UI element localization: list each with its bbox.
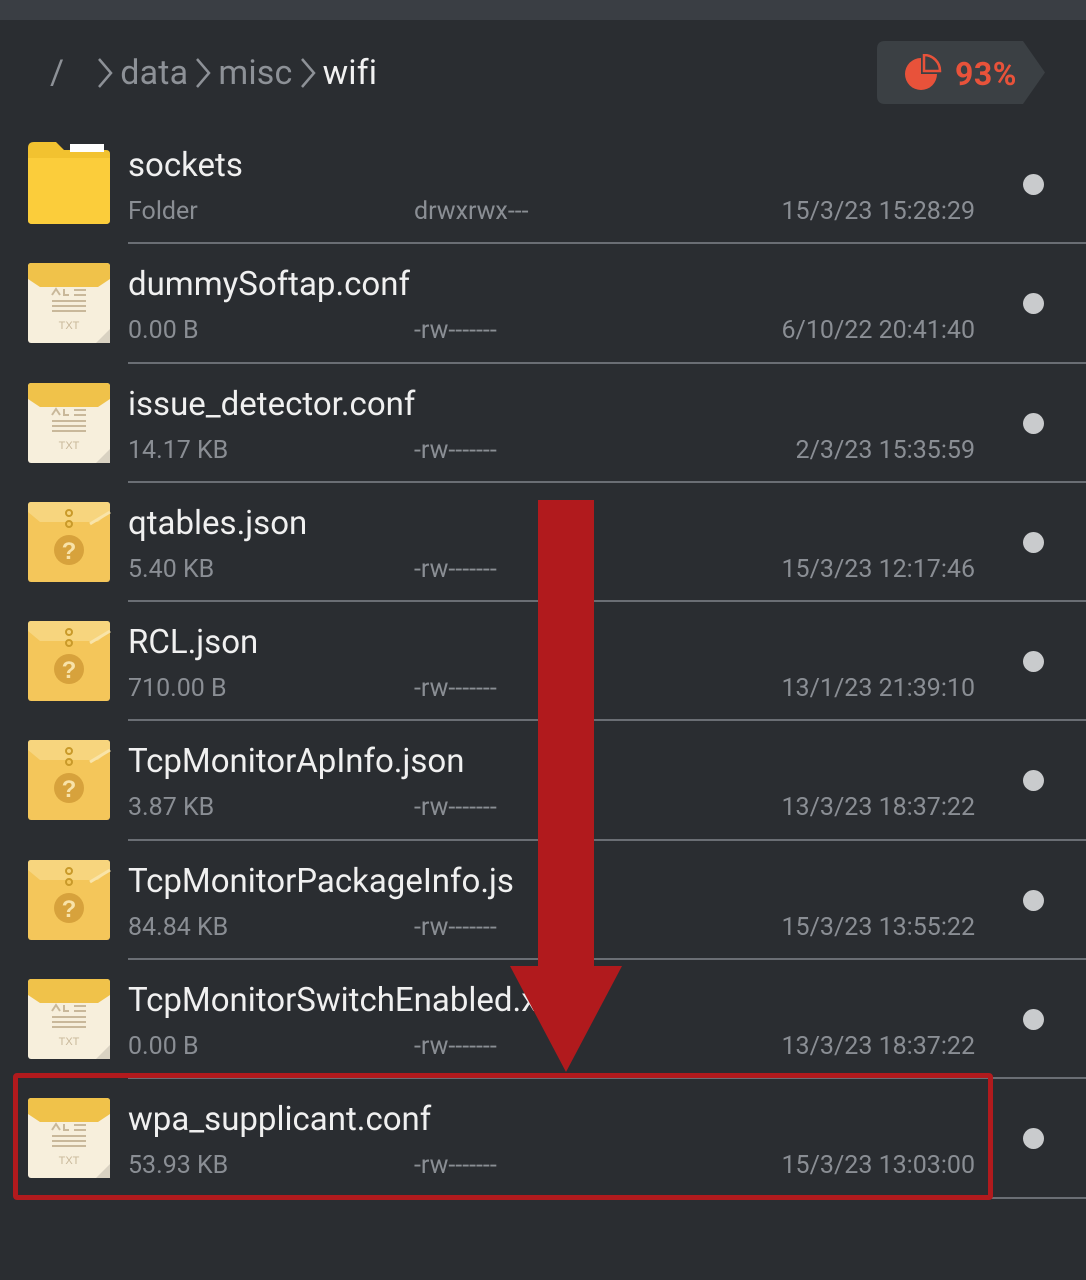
chevron-right-icon [94, 48, 116, 98]
file-date: 15/3/23 13:55:22 [781, 912, 976, 942]
file-date: 13/1/23 21:39:10 [781, 674, 976, 704]
file-size: 0.00 B [128, 316, 199, 346]
file-size: 84.84 KB [128, 912, 229, 942]
file-name: issue_detector.conf [128, 384, 416, 424]
file-permissions: -rw------- [414, 554, 497, 584]
file-date: 13/3/23 18:37:22 [781, 793, 976, 823]
chevron-right-icon [192, 48, 214, 98]
more-options-icon[interactable] [1023, 174, 1044, 195]
more-options-icon[interactable] [1023, 531, 1044, 553]
breadcrumb-data[interactable]: data [120, 53, 188, 93]
text-file-icon: TXT [26, 1094, 112, 1180]
status-bar-strip [0, 0, 1086, 20]
file-name: wpa_supplicant.conf [128, 1100, 432, 1140]
file-name: RCL.json [128, 623, 259, 663]
file-date: 13/3/23 18:37:22 [781, 1032, 976, 1062]
file-permissions: -rw------- [414, 1151, 497, 1181]
file-size: 14.17 KB [128, 435, 229, 465]
file-date: 15/3/23 12:17:46 [781, 554, 976, 584]
storage-percent: 93% [955, 55, 1017, 93]
pie-chart-icon [905, 54, 942, 90]
file-date: 2/3/23 15:35:59 [795, 435, 975, 465]
svg-text:TXT: TXT [59, 1155, 80, 1167]
file-row[interactable]: ? RCL.json 710.00 B -rw------- 13/1/23 21:39… [0, 602, 1086, 722]
file-permissions: -rw------- [414, 1032, 497, 1062]
file-row[interactable]: ? qtables.json 5.40 KB -rw------- 15/3/23 12… [0, 483, 1086, 603]
file-permissions: -rw------- [414, 316, 497, 346]
file-size: 3.87 KB [128, 793, 215, 823]
breadcrumb-root[interactable]: / [50, 53, 64, 93]
more-options-icon[interactable] [1023, 1009, 1044, 1031]
file-date: 15/3/23 13:03:00 [781, 1151, 976, 1181]
file-row[interactable]: ? TcpMonitorPackageInfo.js 84.84 KB -rw----… [0, 841, 1086, 961]
breadcrumb-wifi[interactable]: wifi [323, 53, 378, 93]
file-permissions: -rw------- [414, 674, 497, 704]
file-permissions: -rw------- [414, 435, 497, 465]
unknown-file-icon: ? [26, 498, 112, 584]
more-options-icon[interactable] [1023, 1128, 1044, 1150]
svg-text:?: ? [62, 538, 77, 565]
more-options-icon[interactable] [1023, 651, 1044, 673]
svg-text:?: ? [62, 657, 77, 684]
file-row[interactable]: sockets Folder drwxrwx--- 15/3/23 15:28:29 [0, 125, 1086, 245]
svg-text:TXT: TXT [59, 440, 80, 452]
chevron-right-icon [297, 48, 319, 98]
svg-text:TXT: TXT [59, 320, 80, 332]
svg-text:?: ? [62, 896, 77, 923]
unknown-file-icon: ? [26, 617, 112, 703]
more-options-icon[interactable] [1023, 293, 1044, 315]
breadcrumb: / data misc wifi [50, 48, 377, 98]
row-divider [128, 1196, 1086, 1199]
text-file-icon: TXT [26, 379, 112, 465]
file-row[interactable]: TXT TcpMonitorSwitchEnabled.xml 0.00 B -rw-… [0, 960, 1086, 1080]
file-row[interactable]: TXT dummySoftap.conf 0.00 B -rw------- 6/10/… [0, 244, 1086, 364]
file-date: 6/10/22 20:41:40 [781, 316, 976, 346]
more-options-icon[interactable] [1023, 889, 1044, 911]
storage-usage-badge[interactable]: 93% [877, 41, 1045, 104]
file-date: 15/3/23 15:28:29 [781, 197, 976, 226]
file-size: 710.00 B [128, 674, 227, 704]
breadcrumb-misc[interactable]: misc [218, 53, 292, 93]
file-permissions: -rw------- [414, 793, 497, 823]
file-size: 53.93 KB [128, 1151, 229, 1181]
file-row[interactable]: ? TcpMonitorApInfo.json 3.87 KB -rw------- 1… [0, 721, 1086, 841]
svg-text:TXT: TXT [59, 1036, 80, 1048]
more-options-icon[interactable] [1023, 770, 1044, 792]
file-name: dummySoftap.conf [128, 265, 410, 305]
text-file-icon: TXT [26, 259, 112, 345]
file-permissions: drwxrwx--- [414, 197, 529, 226]
file-size: Folder [128, 197, 198, 226]
text-file-icon: TXT [26, 975, 112, 1061]
svg-text:?: ? [62, 776, 77, 803]
file-name: qtables.json [128, 503, 308, 543]
file-name: TcpMonitorSwitchEnabled.xml [128, 981, 575, 1021]
more-options-icon[interactable] [1023, 412, 1044, 434]
file-permissions: -rw------- [414, 912, 497, 942]
file-row[interactable]: TXT wpa_supplicant.conf 53.93 KB -rw-------… [0, 1079, 1086, 1199]
file-size: 5.40 KB [128, 554, 215, 584]
folder-icon [26, 140, 112, 226]
file-name: TcpMonitorApInfo.json [128, 742, 465, 782]
file-name: TcpMonitorPackageInfo.js [128, 861, 514, 901]
unknown-file-icon: ? [26, 736, 112, 822]
file-size: 0.00 B [128, 1032, 199, 1062]
file-list: sockets Folder drwxrwx--- 15/3/23 15:28:29 T… [0, 125, 1086, 1199]
unknown-file-icon: ? [26, 856, 112, 942]
file-row[interactable]: TXT issue_detector.conf 14.17 KB -rw-------… [0, 364, 1086, 483]
file-name: sockets [128, 146, 243, 185]
